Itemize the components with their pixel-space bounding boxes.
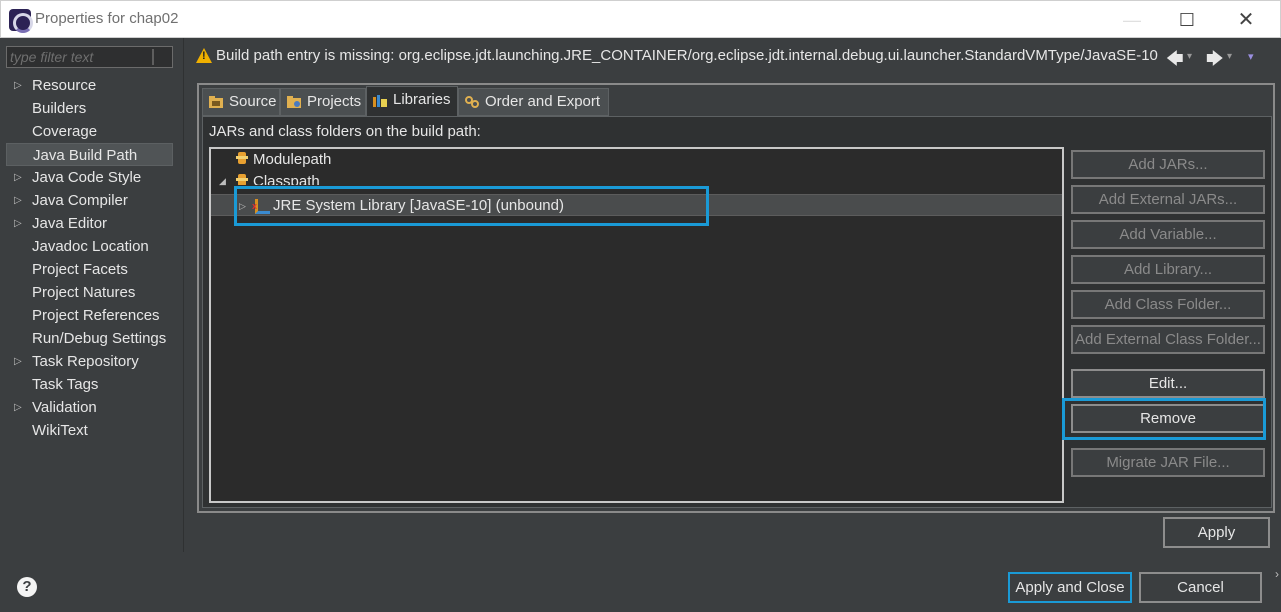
dialog-button-bar: ? Apply and Close Cancel › [0, 552, 1281, 612]
close-button[interactable]: ✕ [1231, 7, 1261, 33]
tab-label: Projects [307, 93, 362, 110]
expand-arrow-icon[interactable]: ▷ [14, 74, 22, 97]
add-external-class-folder-button[interactable]: Add External Class Folder... [1071, 325, 1265, 354]
maximize-button[interactable]: ☐ [1172, 7, 1202, 33]
build-path-tab-folder: Source Projects Libraries Order and Expo… [197, 83, 1275, 513]
sidebar-item-label: Java Editor [32, 215, 108, 232]
properties-sidebar: type filter text ▷ Resource Builders Cove… [0, 38, 184, 552]
sidebar-item-label: Project Natures [32, 284, 136, 301]
expand-arrow-icon[interactable]: ▷ [14, 166, 22, 189]
sidebar-item-java-build-path[interactable]: Java Build Path [6, 143, 173, 166]
sidebar-item-javadoc-location[interactable]: Javadoc Location [6, 235, 173, 258]
sidebar-item-java-editor[interactable]: ▷ Java Editor [6, 212, 173, 235]
sidebar-item-label: Java Compiler [32, 192, 128, 209]
tab-label: Libraries [393, 91, 451, 108]
help-icon[interactable]: ? [17, 577, 37, 597]
cancel-button[interactable]: Cancel [1139, 572, 1262, 603]
sidebar-item-validation[interactable]: ▷ Validation [6, 396, 173, 419]
migrate-jar-button[interactable]: Migrate JAR File... [1071, 448, 1265, 477]
add-external-jars-button[interactable]: Add External JARs... [1071, 185, 1265, 214]
apply-and-close-button[interactable]: Apply and Close [1008, 572, 1132, 603]
sidebar-item-task-repository[interactable]: ▷ Task Repository [6, 350, 173, 373]
sidebar-item-label: Validation [32, 399, 97, 416]
sidebar-item-label: WikiText [32, 422, 88, 439]
sidebar-item-run-debug-settings[interactable]: Run/Debug Settings [6, 327, 173, 350]
sidebar-item-task-tags[interactable]: Task Tags [6, 373, 173, 396]
sidebar-item-label: Task Repository [32, 353, 139, 370]
filter-input[interactable]: type filter text [6, 46, 173, 68]
tree-node-modulepath[interactable]: Modulepath [235, 149, 331, 171]
expand-arrow-icon[interactable]: ▷ [14, 189, 22, 212]
tab-order-and-export[interactable]: Order and Export [458, 88, 609, 116]
libraries-icon [373, 95, 387, 107]
expand-arrow-icon[interactable]: ▷ [14, 350, 22, 373]
add-variable-button[interactable]: Add Variable... [1071, 220, 1265, 249]
sidebar-item-label: Java Build Path [33, 147, 138, 164]
tab-source[interactable]: Source [202, 88, 280, 116]
sidebar-item-resource[interactable]: ▷ Resource [6, 74, 173, 97]
sidebar-item-project-references[interactable]: Project References [6, 304, 173, 327]
libraries-panel: JARs and class folders on the build path… [202, 116, 1272, 508]
sidebar-item-label: Project Facets [32, 261, 128, 278]
view-menu-icon[interactable]: ▾ [1248, 50, 1254, 63]
apply-button[interactable]: Apply [1163, 517, 1270, 548]
forward-arrow-icon[interactable]: 🡆 [1206, 46, 1224, 75]
sidebar-item-wikitext[interactable]: WikiText [6, 419, 173, 442]
sidebar-item-label: Task Tags [32, 376, 99, 393]
modulepath-icon [235, 152, 249, 166]
minimize-button[interactable]: — [1117, 7, 1147, 33]
order-export-icon [465, 96, 479, 108]
back-arrow-icon[interactable]: 🡄 [1166, 46, 1184, 75]
sidebar-item-label: Run/Debug Settings [32, 330, 167, 347]
projects-icon [287, 96, 301, 108]
tab-label: Order and Export [485, 93, 601, 110]
highlight-jre-entry [234, 186, 709, 226]
sidebar-item-label: Project References [32, 307, 160, 324]
overflow-chevron-icon: › [1275, 567, 1279, 581]
expand-arrow-icon[interactable]: ▷ [14, 396, 22, 419]
sidebar-item-label: Builders [32, 100, 87, 117]
sidebar-item-label: Coverage [32, 123, 98, 140]
warning-message: Build path entry is missing: org.eclipse… [216, 47, 1158, 64]
collapse-arrow-icon[interactable]: ◢ [219, 176, 226, 187]
sidebar-item-project-facets[interactable]: Project Facets [6, 258, 173, 281]
warning-icon [196, 48, 212, 63]
message-area: Build path entry is missing: org.eclipse… [184, 38, 1274, 76]
tree-node-label: Modulepath [253, 151, 332, 168]
window-title: Properties for chap02 [35, 10, 179, 27]
source-folder-icon [209, 96, 223, 108]
sidebar-item-builders[interactable]: Builders [6, 97, 173, 120]
expand-arrow-icon[interactable]: ▷ [14, 212, 22, 235]
tab-label: Source [229, 93, 277, 110]
java-build-path-page: Build path entry is missing: org.eclipse… [184, 38, 1281, 552]
sidebar-item-java-code-style[interactable]: ▷ Java Code Style [6, 166, 173, 189]
highlight-remove-button [1062, 398, 1266, 440]
back-history-dropdown-icon[interactable]: ▾ [1187, 51, 1192, 62]
sidebar-item-label: Java Code Style [32, 169, 142, 186]
section-label: JARs and class folders on the build path… [209, 123, 481, 140]
forward-history-dropdown-icon[interactable]: ▾ [1227, 51, 1232, 62]
sidebar-item-label: Resource [32, 77, 97, 94]
edit-button[interactable]: Edit... [1071, 369, 1265, 398]
title-bar: Properties for chap02 — ☐ ✕ [0, 0, 1281, 38]
tree-node-classpath[interactable]: Classpath [235, 171, 320, 185]
add-class-folder-button[interactable]: Add Class Folder... [1071, 290, 1265, 319]
tab-libraries[interactable]: Libraries [366, 86, 458, 116]
add-library-button[interactable]: Add Library... [1071, 255, 1265, 284]
tab-projects[interactable]: Projects [280, 88, 366, 116]
eclipse-icon [9, 9, 33, 33]
sidebar-item-project-natures[interactable]: Project Natures [6, 281, 173, 304]
classpath-icon [235, 174, 249, 185]
sidebar-item-label: Javadoc Location [32, 238, 149, 255]
sidebar-item-coverage[interactable]: Coverage [6, 120, 173, 143]
tree-node-label: Classpath [253, 173, 320, 185]
add-jars-button[interactable]: Add JARs... [1071, 150, 1265, 179]
sidebar-item-java-compiler[interactable]: ▷ Java Compiler [6, 189, 173, 212]
